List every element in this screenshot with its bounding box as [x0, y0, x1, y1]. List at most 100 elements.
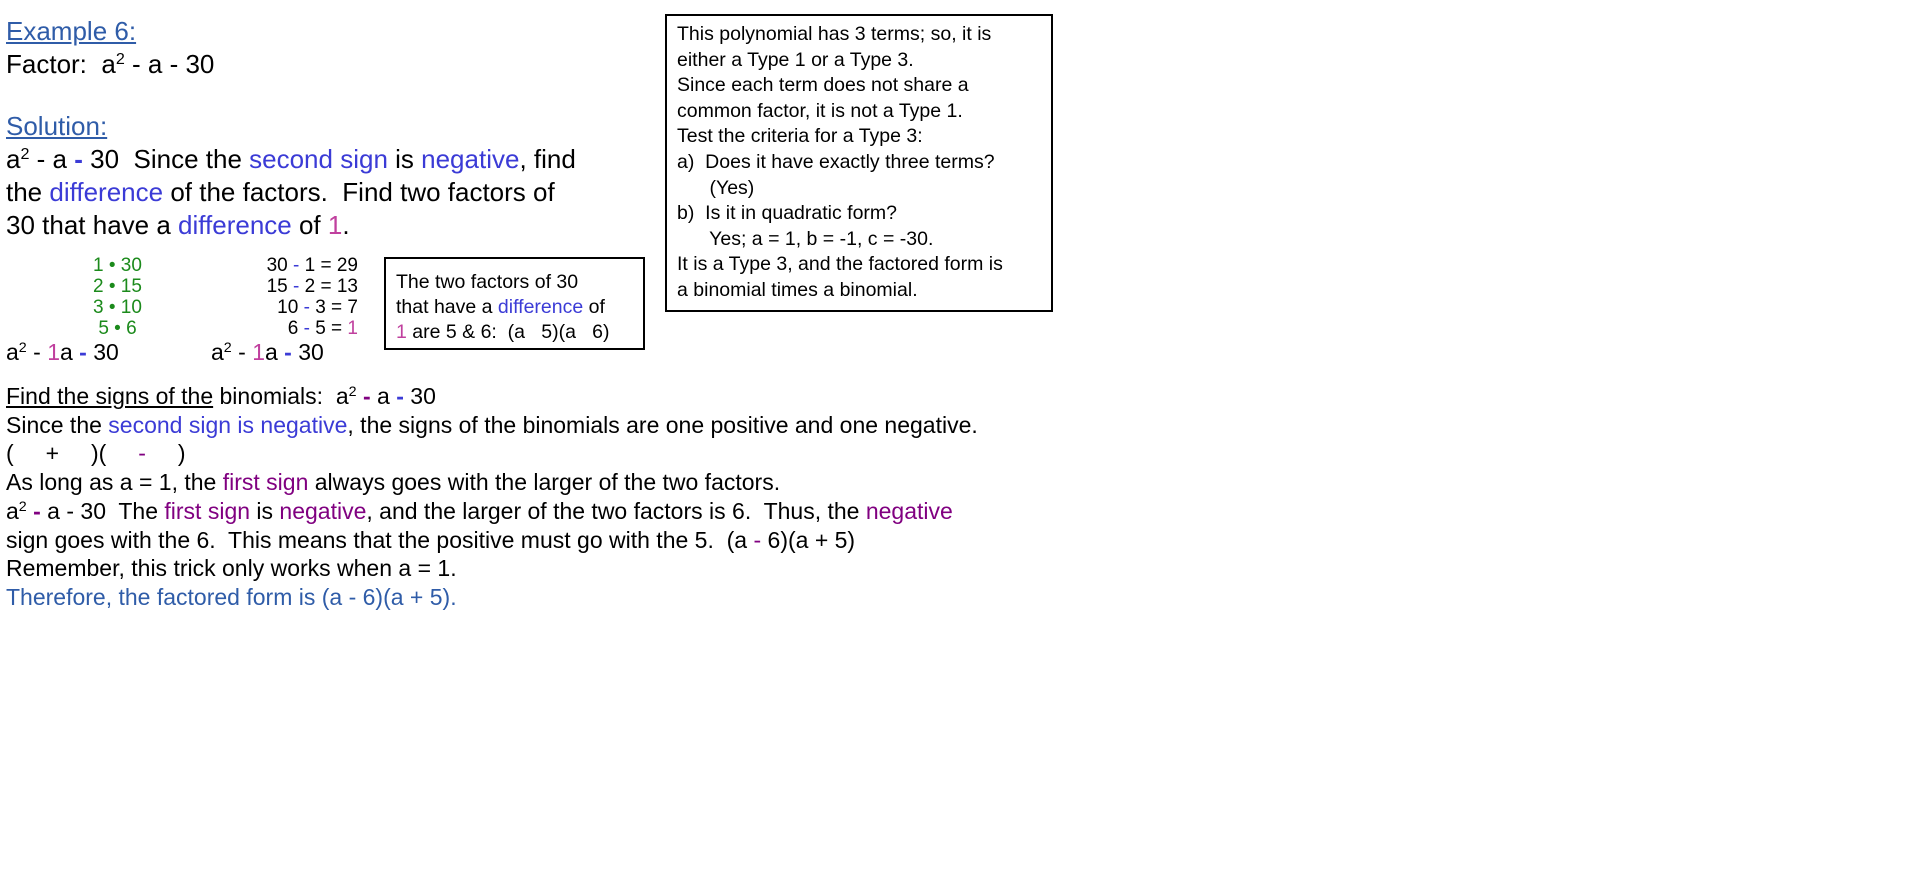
- superscript: 2: [348, 384, 357, 401]
- text-segment: 30 that have a: [6, 210, 179, 240]
- text-segment: difference: [497, 296, 584, 318]
- text-segment: binomials: a: [213, 383, 349, 409]
- text-line: either a Type 1 or a Type 3.: [677, 48, 1003, 74]
- text-line: a2 - a - 30 The first sign is negative, …: [6, 497, 978, 526]
- text-line: b) Is it in quadratic form?: [677, 201, 1003, 227]
- text-line: 15 - 2 = 13: [240, 276, 358, 297]
- text-segment: It is a Type 3, and the factored form is: [677, 253, 1003, 276]
- text-segment: -: [26, 339, 48, 365]
- text-segment: As long as a = 1, the: [6, 469, 223, 496]
- text-segment: 6: [287, 318, 304, 339]
- text-segment: 1: [252, 339, 265, 365]
- text-segment: 30 Since the: [82, 144, 250, 174]
- superscript: 2: [223, 340, 232, 357]
- text-segment: the: [6, 177, 50, 207]
- text-line: a2 - a - 30 Since the second sign is neg…: [6, 143, 576, 176]
- text-line: 2 • 15: [80, 276, 155, 297]
- text-line: 10 - 3 = 7: [240, 297, 358, 318]
- text-line: Therefore, the factored form is (a - 6)(…: [6, 583, 978, 612]
- text-segment: 10: [277, 297, 304, 318]
- text-segment: Factor: a: [6, 49, 116, 79]
- text-segment: 1: [327, 210, 343, 240]
- text-segment: 3 = 7: [309, 297, 358, 318]
- text-segment: 30: [403, 383, 436, 409]
- text-segment: of: [291, 210, 328, 240]
- text-segment: .: [342, 210, 350, 240]
- text-segment: Therefore, the factored form is (a - 6)(…: [6, 583, 457, 610]
- superscript: 2: [115, 50, 125, 69]
- expression-left: a2 - 1a - 30: [6, 338, 119, 367]
- text-segment: -: [74, 144, 83, 174]
- text-segment: b) Is it in quadratic form?: [677, 202, 898, 225]
- text-segment: Yes; a = 1, b = -1, c = -30.: [677, 227, 934, 250]
- text-line: common factor, it is not a Type 1.: [677, 99, 1003, 125]
- text-segment: 5 • 6: [98, 318, 137, 339]
- text-line: Remember, this trick only works when a =…: [6, 554, 978, 583]
- text-line: Yes; a = 1, b = -1, c = -30.: [677, 227, 1003, 253]
- text-segment: -: [231, 339, 253, 365]
- text-line: The two factors of 30: [396, 270, 610, 295]
- factor-line: Factor: a2 - a - 30: [6, 48, 214, 81]
- info-box-text: This polynomial has 3 terms; so, it is ei…: [677, 22, 1003, 304]
- text-segment: Since each term does not share a: [677, 74, 969, 97]
- text-segment: of the factors. Find two factors of: [163, 177, 555, 207]
- text-segment: 30: [291, 339, 324, 365]
- text-line: Since each term does not share a: [677, 73, 1003, 99]
- text-segment: second sign: [249, 144, 388, 174]
- text-segment: always goes with the larger of the two f…: [308, 469, 781, 496]
- text-segment: second sign is negative: [108, 411, 348, 438]
- text-segment: -: [33, 497, 41, 524]
- text-segment: The two factors of 30: [396, 271, 579, 293]
- text-segment: Test the criteria for a Type 3:: [677, 125, 923, 148]
- text-segment: a binomial times a binomial.: [677, 278, 918, 301]
- text-segment: 6)(a + 5): [761, 526, 856, 553]
- text-segment: negative: [421, 144, 520, 174]
- text-segment: -: [79, 339, 87, 365]
- text-segment: first sign: [164, 497, 251, 524]
- text-line: 5 • 6: [80, 318, 155, 339]
- text-line: 1 • 30: [80, 255, 155, 276]
- text-segment: , the signs of the binomials are one pos…: [347, 411, 978, 438]
- text-line: (Yes): [677, 176, 1003, 202]
- text-segment: ): [145, 440, 186, 467]
- text-segment: 30: [86, 339, 119, 365]
- text-segment: -: [753, 526, 762, 553]
- solution-text: a2 - a - 30 Since the second sign is neg…: [6, 143, 576, 242]
- text-segment: is: [250, 497, 280, 524]
- text-line: Since the second sign is negative, the s…: [6, 411, 978, 440]
- text-segment: 1: [347, 318, 358, 339]
- text-segment: Since the: [6, 411, 109, 438]
- text-segment: a: [370, 383, 397, 409]
- text-line: 6 - 5 = 1: [240, 318, 358, 339]
- text-segment: -: [396, 383, 404, 409]
- text-segment: ( + )(: [6, 440, 139, 467]
- text-segment: 2 • 15: [93, 276, 142, 297]
- text-segment: negative: [865, 497, 953, 524]
- text-line: Test the criteria for a Type 3:: [677, 124, 1003, 150]
- text-segment: a: [6, 339, 19, 365]
- text-line: that have a difference of: [396, 295, 610, 320]
- text-line: As long as a = 1, the first sign always …: [6, 468, 978, 497]
- text-segment: Remember, this trick only works when a =…: [6, 555, 457, 582]
- text-segment: 2 = 13: [299, 276, 358, 297]
- text-segment: -: [284, 339, 292, 365]
- superscript: 2: [18, 340, 27, 357]
- text-line: 30 - 1 = 29: [240, 255, 358, 276]
- text-segment: are 5 & 6: (a 5)(a 6): [406, 321, 610, 343]
- text-segment: first sign: [222, 469, 309, 496]
- text-segment: a: [264, 339, 285, 365]
- text-segment: , and the larger of the two factors is 6…: [366, 497, 866, 524]
- differences: 30 - 1 = 29 15 - 2 = 13 10 - 3 = 76 - 5 = …: [240, 255, 358, 339]
- text-line: This polynomial has 3 terms; so, it is: [677, 22, 1003, 48]
- text-segment: (Yes): [677, 176, 755, 199]
- text-line: It is a Type 3, and the factored form is: [677, 252, 1003, 278]
- text-segment: of: [583, 296, 605, 318]
- text-segment: that have a: [396, 296, 498, 318]
- text-segment: 1: [47, 339, 60, 365]
- text-segment: This polynomial has 3 terms; so, it is: [677, 23, 992, 45]
- text-segment: difference: [49, 177, 164, 207]
- text-line: sign goes with the 6. This means that th…: [6, 526, 978, 555]
- text-line: a binomial times a binomial.: [677, 278, 1003, 304]
- text-segment: 15: [266, 276, 294, 297]
- text-segment: 1 • 30: [93, 255, 142, 276]
